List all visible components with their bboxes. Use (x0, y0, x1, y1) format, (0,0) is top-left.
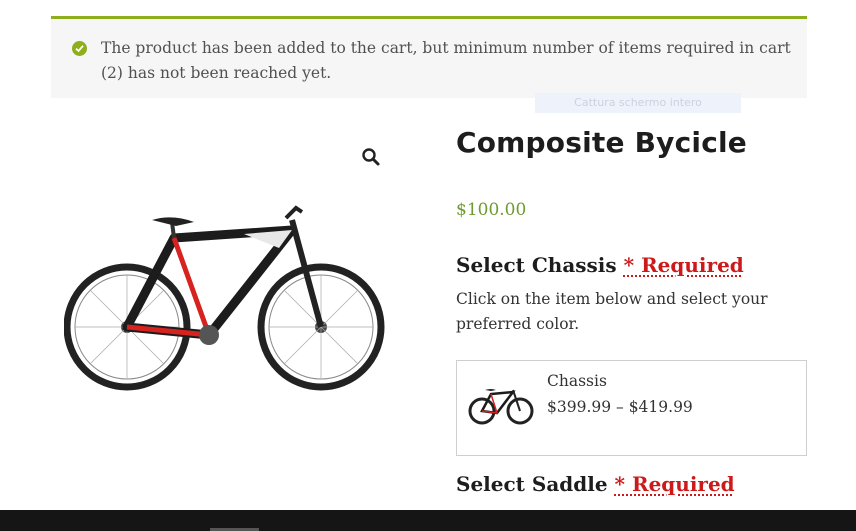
section-title-label: Select Chassis (456, 253, 617, 277)
product-title: Composite Bycicle (456, 126, 748, 159)
product-image[interactable] (63, 200, 394, 404)
screen-capture-hint: Cattura schermo intero (535, 93, 741, 113)
section-title-label: Select Saddle (456, 472, 608, 496)
section-title-chassis: Select Chassis * Required (456, 253, 744, 277)
chassis-thumbnail (467, 384, 535, 430)
section-title-saddle: Select Saddle * Required (456, 472, 735, 496)
option-name: Chassis (547, 372, 607, 390)
zoom-icon[interactable] (360, 146, 382, 168)
option-price-range: $399.99 – $419.99 (547, 398, 693, 416)
notice-message: The product has been added to the cart, … (101, 39, 791, 82)
section-description: Click on the item below and select your … (456, 290, 768, 333)
check-circle-icon (72, 41, 87, 56)
option-card-chassis[interactable]: Chassis $399.99 – $419.99 (456, 360, 807, 456)
product-price: $100.00 (456, 200, 527, 220)
required-marker: * Required (614, 472, 735, 496)
required-marker: * Required (623, 253, 744, 277)
bottom-bar (0, 510, 856, 531)
cart-notice: The product has been added to the cart, … (51, 16, 807, 98)
